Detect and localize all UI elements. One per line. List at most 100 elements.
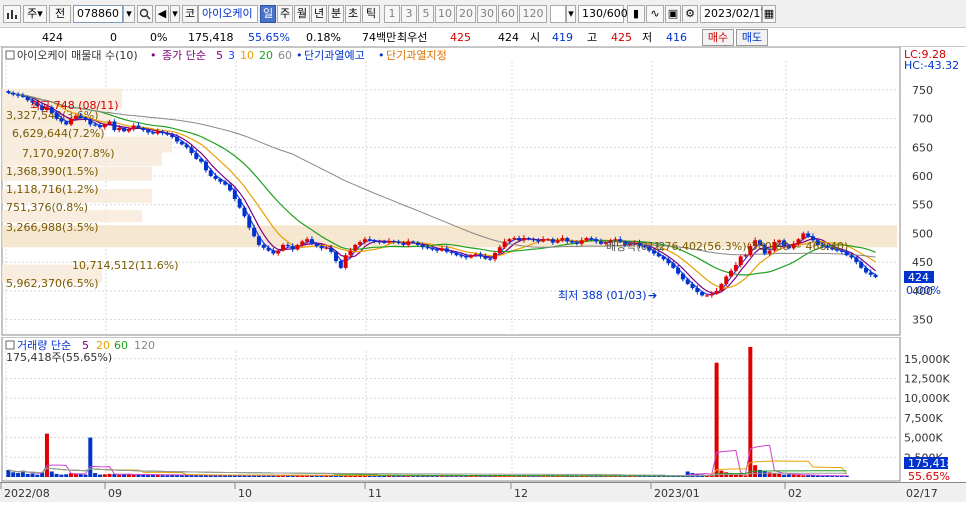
prev-button[interactable]: 전	[49, 5, 71, 23]
volume-bar	[25, 473, 30, 477]
volume-profile-label: 10,714,512(11.6%)	[72, 259, 179, 272]
custom-interval-input[interactable]	[550, 5, 566, 23]
interval-10[interactable]: 10	[435, 5, 455, 23]
candle-body	[391, 240, 396, 242]
market-label-text: 코	[184, 7, 196, 20]
date-tick: 12	[514, 487, 528, 500]
candle-body	[150, 132, 155, 134]
candle-body	[743, 255, 748, 257]
legend-ma-5: 5	[216, 49, 223, 62]
tab-yearly[interactable]: 년	[311, 5, 327, 23]
calendar-icon: ▦	[763, 7, 775, 20]
candle-body	[449, 251, 454, 253]
trade-volume: 175,418	[188, 31, 234, 44]
chart-icon[interactable]	[3, 5, 21, 23]
candle-body	[536, 240, 541, 242]
interval-spinner[interactable]: ▾	[566, 5, 576, 23]
candle-body	[849, 255, 854, 258]
candle-body	[724, 276, 729, 284]
candle-body	[266, 247, 271, 251]
candle-body	[261, 244, 266, 248]
interval-120[interactable]: 120	[519, 5, 547, 23]
candle-body	[112, 121, 117, 131]
candle-body	[314, 243, 319, 247]
stock-name: 아이오케이	[198, 5, 258, 23]
save-button[interactable]: ▣	[665, 5, 681, 23]
volume-bar	[11, 472, 16, 477]
price-tick: 750	[912, 84, 933, 97]
candle-body	[738, 256, 743, 265]
candle-body	[430, 248, 435, 250]
volume-axis: 15,000K12,500K10,000K7,500K5,000K2,500K	[904, 353, 950, 465]
search-button[interactable]	[137, 5, 153, 23]
candle-body	[59, 118, 64, 122]
candle-body	[353, 244, 358, 251]
price-tick: 350	[912, 314, 933, 327]
candle-body	[488, 258, 493, 260]
candle-body	[117, 127, 122, 131]
sell-button[interactable]: 매도	[736, 29, 768, 46]
candle-type-button[interactable]: ▮	[627, 5, 645, 23]
code-input[interactable]: 078860	[73, 5, 123, 23]
volume-bar	[136, 474, 141, 477]
candle-body	[107, 121, 112, 125]
volume-current: 175,418주(55.65%)	[6, 351, 112, 364]
interval-5[interactable]: 5	[418, 5, 434, 23]
volume-profile-label: 6,629,644(7.2%)	[12, 127, 105, 140]
line-type-button[interactable]: ∿	[646, 5, 664, 23]
volume-current-pct: 55.65%	[908, 470, 950, 482]
tab-monthly[interactable]: 월	[294, 5, 310, 23]
candle-body	[690, 283, 695, 288]
sound-dropdown[interactable]: ▾	[170, 5, 180, 23]
buy-button[interactable]: 매수	[702, 29, 734, 46]
candle-body	[338, 260, 343, 268]
calendar-button[interactable]: ▦	[762, 5, 776, 23]
big-profile-label: 1,76,402(56.3%)(380.60 ~ 468.40)	[654, 240, 848, 253]
interval-60[interactable]: 60	[498, 5, 518, 23]
sound-button[interactable]: ◀	[155, 5, 169, 23]
bid-price: 424	[498, 31, 519, 44]
code-dropdown[interactable]: ▾	[123, 5, 135, 23]
interval-3[interactable]: 3	[401, 5, 417, 23]
candle-body	[598, 241, 603, 244]
volume-bar	[796, 475, 801, 477]
current-price-label: 424	[908, 271, 929, 284]
vol-ma-60: 60	[114, 339, 128, 352]
candle-body	[492, 252, 497, 260]
candle-icon: ▮	[632, 7, 640, 20]
candle-body	[387, 240, 392, 243]
chevron-down-icon: ▾	[126, 7, 132, 20]
legend-ma-60: 60	[278, 49, 292, 62]
candle-body	[290, 246, 295, 250]
candle-body	[223, 181, 228, 185]
tab-tick[interactable]: 틱	[362, 5, 380, 23]
candle-body	[329, 247, 334, 252]
interval-30[interactable]: 30	[477, 5, 497, 23]
trade-amount: 74백만	[362, 31, 397, 44]
count-input[interactable]: 130/600	[578, 5, 628, 23]
candle-body	[459, 255, 464, 257]
price-chart[interactable]: 3,327,542(3.6%) 6,629,644(7.2%) 7,170,920(…	[0, 46, 966, 337]
tab-second[interactable]: 초	[345, 5, 361, 23]
candle-body	[454, 252, 459, 256]
chevron-down-icon: ▾	[568, 7, 574, 20]
candle-body	[377, 241, 382, 243]
price-chart-svg[interactable]: 3,327,542(3.6%)6,629,644(7.2%)7,170,920(…	[0, 46, 966, 337]
volume-tick: 15,000K	[904, 353, 950, 366]
candle-body	[20, 95, 25, 97]
candle-body	[367, 239, 372, 241]
candle-body	[64, 121, 69, 125]
tab-minute[interactable]: 분	[328, 5, 344, 23]
date-input[interactable]: 2023/02/17	[700, 5, 767, 23]
interval-20[interactable]: 20	[456, 5, 476, 23]
candle-body	[719, 283, 724, 291]
candle-body	[801, 233, 806, 240]
volume-chart[interactable]: 거래량 단순 5 20 60 120 175,418주(55.65%) 15,0…	[0, 336, 966, 483]
volume-chart-svg[interactable]: 거래량 단순 5 20 60 120 175,418주(55.65%) 15,0…	[0, 336, 966, 483]
tab-daily[interactable]: 일	[260, 5, 276, 23]
period-select[interactable]: 주▾	[23, 5, 47, 23]
interval-1[interactable]: 1	[384, 5, 400, 23]
candle-body	[11, 92, 16, 95]
tab-weekly[interactable]: 주	[277, 5, 293, 23]
settings-button[interactable]: ⚙	[682, 5, 698, 23]
